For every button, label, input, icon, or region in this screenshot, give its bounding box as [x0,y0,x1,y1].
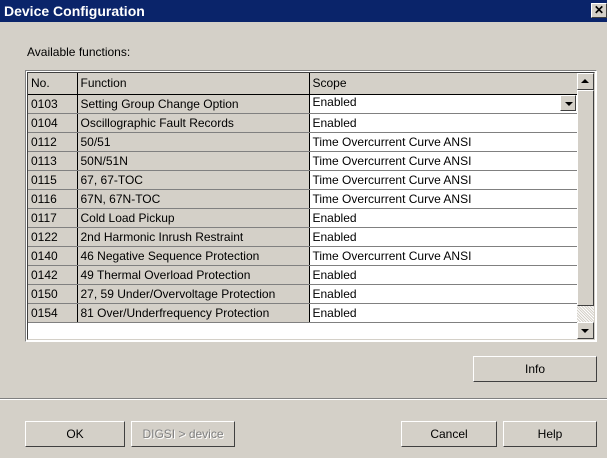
table-row[interactable]: 0154 81 Over/Underfrequency Protection Ena… [28,303,578,323]
table-row[interactable]: 0122 2nd Harmonic Inrush Restraint Enabled [28,227,578,247]
vertical-scrollbar[interactable] [577,73,594,339]
scroll-up-arrow-icon[interactable] [577,73,594,90]
row-number-cell: 0116 [28,189,78,209]
device-configuration-dialog: Device Configuration ✕ Available functio… [0,0,607,458]
scope-combobox[interactable]: Enabled [309,94,578,114]
row-number-cell: 0150 [28,284,78,304]
close-icon: ✕ [593,3,605,17]
digsi-to-device-button[interactable]: DIGSI > device [131,421,235,447]
function-name-cell: 2nd Harmonic Inrush Restraint [77,227,310,247]
function-name-cell: 27, 59 Under/Overvoltage Protection [77,284,310,304]
row-number-cell: 0104 [28,113,78,133]
functions-table: No. Function Scope 0103 Setting Group Cha… [28,73,578,323]
scope-cell[interactable]: Enabled [309,265,578,285]
function-name-cell: 49 Thermal Overload Protection [77,265,310,285]
table-row[interactable]: 0140 46 Negative Sequence Protection Time … [28,246,578,266]
scope-cell[interactable]: Enabled [309,303,578,323]
row-number-cell: 0140 [28,246,78,266]
help-button[interactable]: Help [503,421,597,447]
row-number-cell: 0122 [28,227,78,247]
help-button-label: Help [537,427,563,441]
info-button-label: Info [524,362,545,376]
scroll-down-arrow-icon[interactable] [577,322,594,339]
row-number-cell: 0142 [28,265,78,285]
close-button[interactable]: ✕ [591,3,607,18]
scope-cell[interactable]: Enabled [309,208,578,228]
scope-cell[interactable]: Time Overcurrent Curve ANSI [309,132,578,152]
functions-grid: No. Function Scope 0103 Setting Group Cha… [25,70,597,342]
table-row[interactable]: 0113 50N/51N Time Overcurrent Curve ANSI [28,151,578,171]
function-name-cell: 46 Negative Sequence Protection [77,246,310,266]
row-number-cell: 0113 [28,151,78,171]
function-name-cell: 50/51 [77,132,310,152]
chevron-down-icon[interactable] [559,95,576,111]
available-functions-label: Available functions: [27,45,131,59]
table-row[interactable]: 0116 67N, 67N-TOC Time Overcurrent Curve A… [28,189,578,209]
function-name-cell: 67, 67-TOC [77,170,310,190]
row-number-cell: 0103 [28,94,78,114]
scope-cell[interactable]: Enabled [309,113,578,133]
table-row[interactable]: 0115 67, 67-TOC Time Overcurrent Curve ANS… [28,170,578,190]
function-name-cell: 50N/51N [77,151,310,171]
info-button[interactable]: Info [473,356,597,382]
ok-button-label: OK [66,427,84,441]
table-row[interactable]: 0117 Cold Load Pickup Enabled [28,208,578,228]
cancel-button-label: Cancel [430,427,468,441]
function-name-cell: Cold Load Pickup [77,208,310,228]
scope-cell[interactable]: Enabled [309,284,578,304]
ok-button[interactable]: OK [25,421,125,447]
table-row[interactable]: 0104 Oscillographic Fault Records Enabled [28,113,578,133]
separator-line [0,398,607,400]
scope-cell[interactable]: Time Overcurrent Curve ANSI [309,151,578,171]
cancel-button[interactable]: Cancel [401,421,497,447]
scope-dropdown[interactable]: Enabled [312,95,576,112]
scope-cell[interactable]: Time Overcurrent Curve ANSI [309,170,578,190]
table-header-row: No. Function Scope [28,73,578,95]
table-row[interactable]: 0150 27, 59 Under/Overvoltage Protection E… [28,284,578,304]
header-function[interactable]: Function [77,73,310,95]
row-number-cell: 0117 [28,208,78,228]
table-row[interactable]: 0103 Setting Group Change Option Enabled [28,94,578,114]
table-row[interactable]: 0142 49 Thermal Overload Protection Enable… [28,265,578,285]
function-name-cell: 67N, 67N-TOC [77,189,310,209]
function-name-cell: Oscillographic Fault Records [77,113,310,133]
window-title: Device Configuration [4,3,145,19]
header-no[interactable]: No. [28,73,78,95]
function-name-cell: Setting Group Change Option [77,94,310,114]
header-scope[interactable]: Scope [309,73,578,95]
title-bar[interactable]: Device Configuration ✕ [0,0,607,22]
scope-cell[interactable]: Time Overcurrent Curve ANSI [309,246,578,266]
row-number-cell: 0154 [28,303,78,323]
scope-cell[interactable]: Time Overcurrent Curve ANSI [309,189,578,209]
scope-cell[interactable]: Enabled [309,227,578,247]
table-row[interactable]: 0112 50/51 Time Overcurrent Curve ANSI [28,132,578,152]
row-number-cell: 0112 [28,132,78,152]
scope-selected-value: Enabled [312,95,357,109]
digsi-button-label: DIGSI > device [142,427,224,441]
row-number-cell: 0115 [28,170,78,190]
scroll-thumb[interactable] [577,90,594,306]
function-name-cell: 81 Over/Underfrequency Protection [77,303,310,323]
